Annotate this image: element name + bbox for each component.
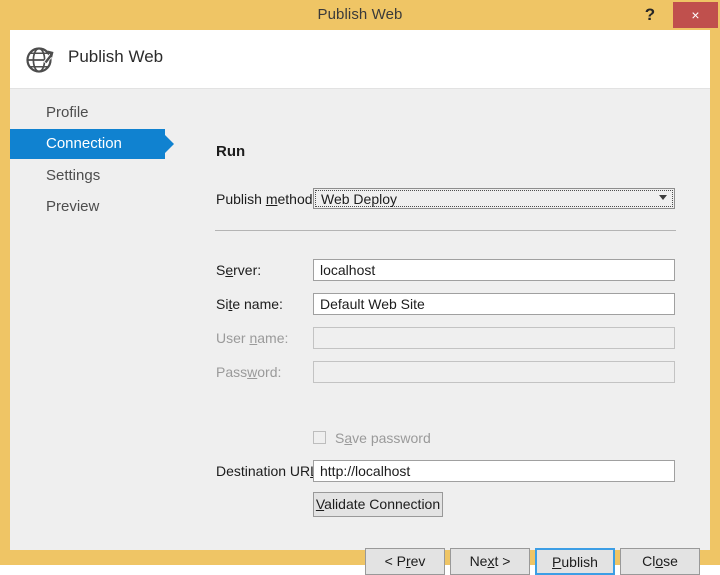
sidebar-item-label: Preview (46, 198, 100, 215)
section-title: Run (216, 143, 246, 160)
sidebar-item-label: Connection (46, 135, 122, 152)
user-name-input[interactable] (313, 327, 675, 349)
close-button[interactable]: × (673, 2, 718, 28)
sidebar-item-label: Profile (46, 104, 89, 121)
site-name-value: Default Web Site (320, 296, 425, 312)
sidebar-nav: Profile Connection Settings Preview (10, 89, 195, 550)
publish-method-value: Web Deploy (321, 191, 398, 207)
chevron-down-icon (659, 195, 667, 200)
globe-publish-icon (23, 41, 59, 77)
publish-web-dialog: Publish Web ? × Publish Web Profile Conn… (0, 0, 720, 575)
site-name-input[interactable]: Default Web Site (313, 293, 675, 315)
site-name-label: Site name: (216, 296, 283, 312)
destination-url-value: http://localhost (320, 463, 411, 479)
sidebar-item-connection[interactable]: Connection (10, 129, 174, 159)
publish-button[interactable]: Publish (535, 548, 615, 575)
password-label: Password: (216, 364, 282, 380)
window-title: Publish Web (317, 6, 403, 23)
main-pane: Run Publish method: Web Deploy Server: l… (195, 89, 710, 550)
server-input[interactable]: localhost (313, 259, 675, 281)
dialog-header: Publish Web (10, 30, 710, 89)
checkbox-box-icon (313, 431, 326, 444)
publish-method-label: Publish method: (216, 191, 317, 207)
dialog-footer: < Prev Next > Publish Close (10, 491, 710, 575)
section-divider (215, 230, 676, 231)
destination-url-input[interactable]: http://localhost (313, 460, 675, 482)
close-footer-button[interactable]: Close (620, 548, 700, 575)
sidebar-item-profile[interactable]: Profile (10, 98, 165, 128)
next-button[interactable]: Next > (450, 548, 530, 575)
title-bar: Publish Web ? × (0, 0, 720, 30)
save-password-label: Save password (335, 430, 431, 446)
sidebar-item-settings[interactable]: Settings (10, 161, 165, 191)
server-value: localhost (320, 262, 376, 278)
prev-button[interactable]: < Prev (365, 548, 445, 575)
sidebar-item-preview[interactable]: Preview (10, 192, 165, 222)
header-title: Publish Web (68, 47, 164, 66)
help-button[interactable]: ? (637, 0, 663, 30)
server-label: Server: (216, 262, 262, 278)
publish-method-dropdown[interactable]: Web Deploy (313, 188, 675, 209)
destination-url-label: Destination URL: (216, 463, 322, 479)
dialog-client-area: Publish Web Profile Connection Settings … (10, 30, 710, 575)
password-input[interactable] (313, 361, 675, 383)
user-name-label: User name: (216, 330, 289, 346)
sidebar-item-label: Settings (46, 167, 101, 184)
